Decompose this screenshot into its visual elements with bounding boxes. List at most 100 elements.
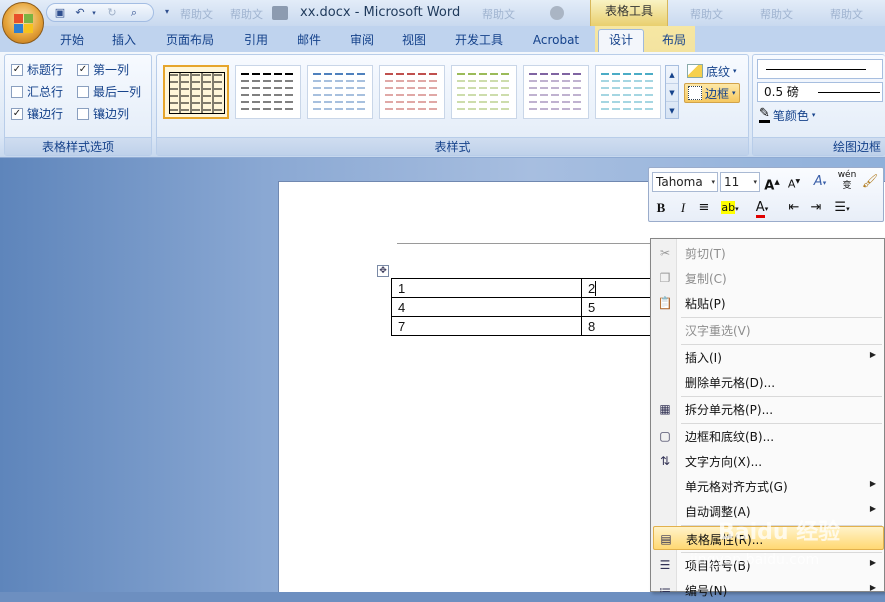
tab-insert[interactable]: 插入	[104, 30, 144, 52]
customize-qat-icon[interactable]: ▾	[160, 5, 174, 19]
menu-item[interactable]: ≔ 编号(N) ▶	[653, 578, 884, 602]
increase-indent-icon[interactable]: ⇥	[807, 198, 825, 218]
menu-item[interactable]: 插入(I) ▶	[653, 345, 884, 369]
pen-weight-combo[interactable]: 0.5 磅	[757, 82, 883, 102]
blurred-text-3: 帮助文	[482, 8, 515, 21]
group-draw-borders: 0.5 磅 ✎ 笔颜色 ▾ 绘图边框	[752, 54, 885, 156]
table-style-swatch[interactable]	[451, 65, 517, 119]
grow-font-icon[interactable]: A▲	[763, 172, 781, 196]
office-button[interactable]	[2, 2, 44, 44]
table-move-handle-icon[interactable]: ✥	[377, 265, 389, 277]
checkbox-last-column[interactable]: 最后一列	[77, 83, 141, 100]
gallery-more-icon[interactable]: ▼	[666, 102, 678, 120]
menu-item[interactable]: ❐ 复制(C)	[653, 266, 884, 290]
tab-developer[interactable]: 开发工具	[447, 30, 511, 52]
menu-item-label: 拆分单元格(P)...	[685, 403, 774, 417]
pen-style-combo[interactable]	[757, 59, 883, 79]
redo-icon[interactable]: ↻	[105, 6, 119, 20]
font-color-icon[interactable]: A▾	[749, 198, 775, 219]
table-style-preview-icon	[385, 73, 437, 110]
menu-item-label: 边框和底纹(B)...	[685, 430, 775, 444]
menu-item[interactable]: 汉字重选(V)	[653, 318, 884, 342]
undo-icon[interactable]: ↶	[73, 6, 87, 20]
table-cell[interactable]: 7	[391, 316, 582, 336]
font-size-combo[interactable]: 11 ▾	[720, 172, 760, 192]
tab-references[interactable]: 引用	[236, 30, 276, 52]
tab-mailings[interactable]: 邮件	[289, 30, 329, 52]
borders-button[interactable]: 边框 ▾	[684, 83, 740, 103]
table-style-swatch[interactable]	[379, 65, 445, 119]
menu-item[interactable]: ▢ 边框和底纹(B)...	[653, 424, 884, 448]
bold-button[interactable]: B	[652, 198, 670, 218]
submenu-arrow-icon: ▶	[869, 350, 876, 359]
text-direction-icon: ⇅	[659, 454, 671, 468]
checkbox-icon	[77, 85, 89, 98]
tab-home[interactable]: 开始	[52, 30, 92, 52]
table-style-preview-icon	[529, 73, 581, 110]
group-table-styles: ▲ ▼ ▼ 底纹 ▾ 边框 ▾ 表样式	[156, 54, 749, 156]
bullets-icon[interactable]: ☰▾	[829, 198, 855, 219]
tab-acrobat[interactable]: Acrobat	[525, 30, 587, 52]
menu-item[interactable]: ⇅ 文字方向(X)...	[653, 449, 884, 473]
checkbox-first-column[interactable]: ✓ 第一列	[77, 61, 129, 78]
gallery-down-icon[interactable]: ▼	[666, 84, 678, 102]
checkbox-banded-columns[interactable]: 镶边列	[77, 105, 129, 122]
tab-design[interactable]: 设计	[598, 29, 644, 52]
quick-access-toolbar: ▣ ↶ ▾ ↻ ⌕	[46, 3, 154, 22]
table-cell[interactable]: 1	[391, 278, 582, 298]
decrease-indent-icon[interactable]: ⇤	[785, 198, 803, 218]
table-style-preview-icon	[457, 73, 509, 110]
print-preview-icon[interactable]: ⌕	[127, 6, 141, 20]
checkbox-icon: ✓	[11, 63, 23, 76]
tab-page-layout[interactable]: 页面布局	[160, 30, 220, 52]
italic-button[interactable]: I	[674, 198, 692, 218]
checkbox-banded-rows[interactable]: ✓ 镶边行	[11, 105, 63, 122]
tab-view[interactable]: 视图	[394, 30, 434, 52]
blurred-text-1: 帮助文	[180, 8, 213, 21]
format-painter-icon[interactable]: 🖌	[861, 172, 879, 192]
menu-item-label: 编号(N)	[685, 584, 728, 598]
table-style-preview-icon	[169, 72, 225, 114]
group-label-style-options: 表格样式选项	[5, 137, 151, 155]
paint-bucket-icon	[687, 64, 703, 78]
shading-button[interactable]: 底纹 ▾	[687, 61, 737, 81]
submenu-arrow-icon: ▶	[869, 558, 876, 567]
undo-dropdown-icon[interactable]: ▾	[87, 6, 101, 20]
checkbox-icon: ✓	[11, 107, 23, 120]
split-cells-icon: ▦	[659, 402, 671, 416]
table-cell[interactable]: 4	[391, 297, 582, 317]
phonetic-guide-icon[interactable]: wén 变	[837, 170, 857, 192]
tab-layout[interactable]: 布局	[654, 30, 694, 52]
submenu-arrow-icon: ▶	[869, 504, 876, 513]
pen-color-button[interactable]: ✎ 笔颜色 ▾	[759, 105, 815, 125]
highlight-icon[interactable]: ab▾	[717, 198, 743, 219]
blurred-icon-2	[550, 6, 564, 20]
gallery-scroll[interactable]: ▲ ▼ ▼	[665, 65, 679, 119]
save-icon[interactable]: ▣	[53, 6, 67, 20]
title-bar: ▣ ↶ ▾ ↻ ⌕ ▾ 帮助文 帮助文 xx.docx - Microsoft …	[0, 0, 885, 26]
menu-item[interactable]: ▦ 拆分单元格(P)...	[653, 397, 884, 421]
shrink-font-icon[interactable]: A▼	[785, 172, 803, 195]
bullets-icon: ☰	[659, 558, 671, 572]
blurred-text-5: 帮助文	[760, 8, 793, 21]
font-name-combo[interactable]: Tahoma ▾	[652, 172, 718, 192]
table-style-swatch[interactable]	[163, 65, 229, 119]
table-style-swatch[interactable]	[235, 65, 301, 119]
menu-item[interactable]: 📋 粘贴(P)	[653, 291, 884, 315]
blurred-text-6: 帮助文	[830, 8, 863, 21]
menu-item[interactable]: ✂ 剪切(T)	[653, 241, 884, 265]
window-title: xx.docx - Microsoft Word	[300, 5, 461, 20]
center-align-icon[interactable]: ≡	[695, 198, 713, 218]
checkbox-total-row[interactable]: 汇总行	[11, 83, 63, 100]
ribbon: ✓ 标题行 ✓ 第一列 汇总行 最后一列 ✓ 镶边行 镶边列 表格样式选项 ▲ ▼ ▼…	[0, 52, 885, 158]
menu-item[interactable]: 删除单元格(D)...	[653, 370, 884, 394]
dropdown-icon: ▾	[732, 89, 736, 97]
checkbox-header-row[interactable]: ✓ 标题行	[11, 61, 63, 78]
tab-review[interactable]: 审阅	[342, 30, 382, 52]
table-style-swatch[interactable]	[523, 65, 589, 119]
menu-item[interactable]: 单元格对齐方式(G) ▶	[653, 474, 884, 498]
styles-icon[interactable]: A▾	[809, 172, 831, 193]
table-style-swatch[interactable]	[595, 65, 661, 119]
table-style-swatch[interactable]	[307, 65, 373, 119]
gallery-up-icon[interactable]: ▲	[666, 66, 678, 84]
